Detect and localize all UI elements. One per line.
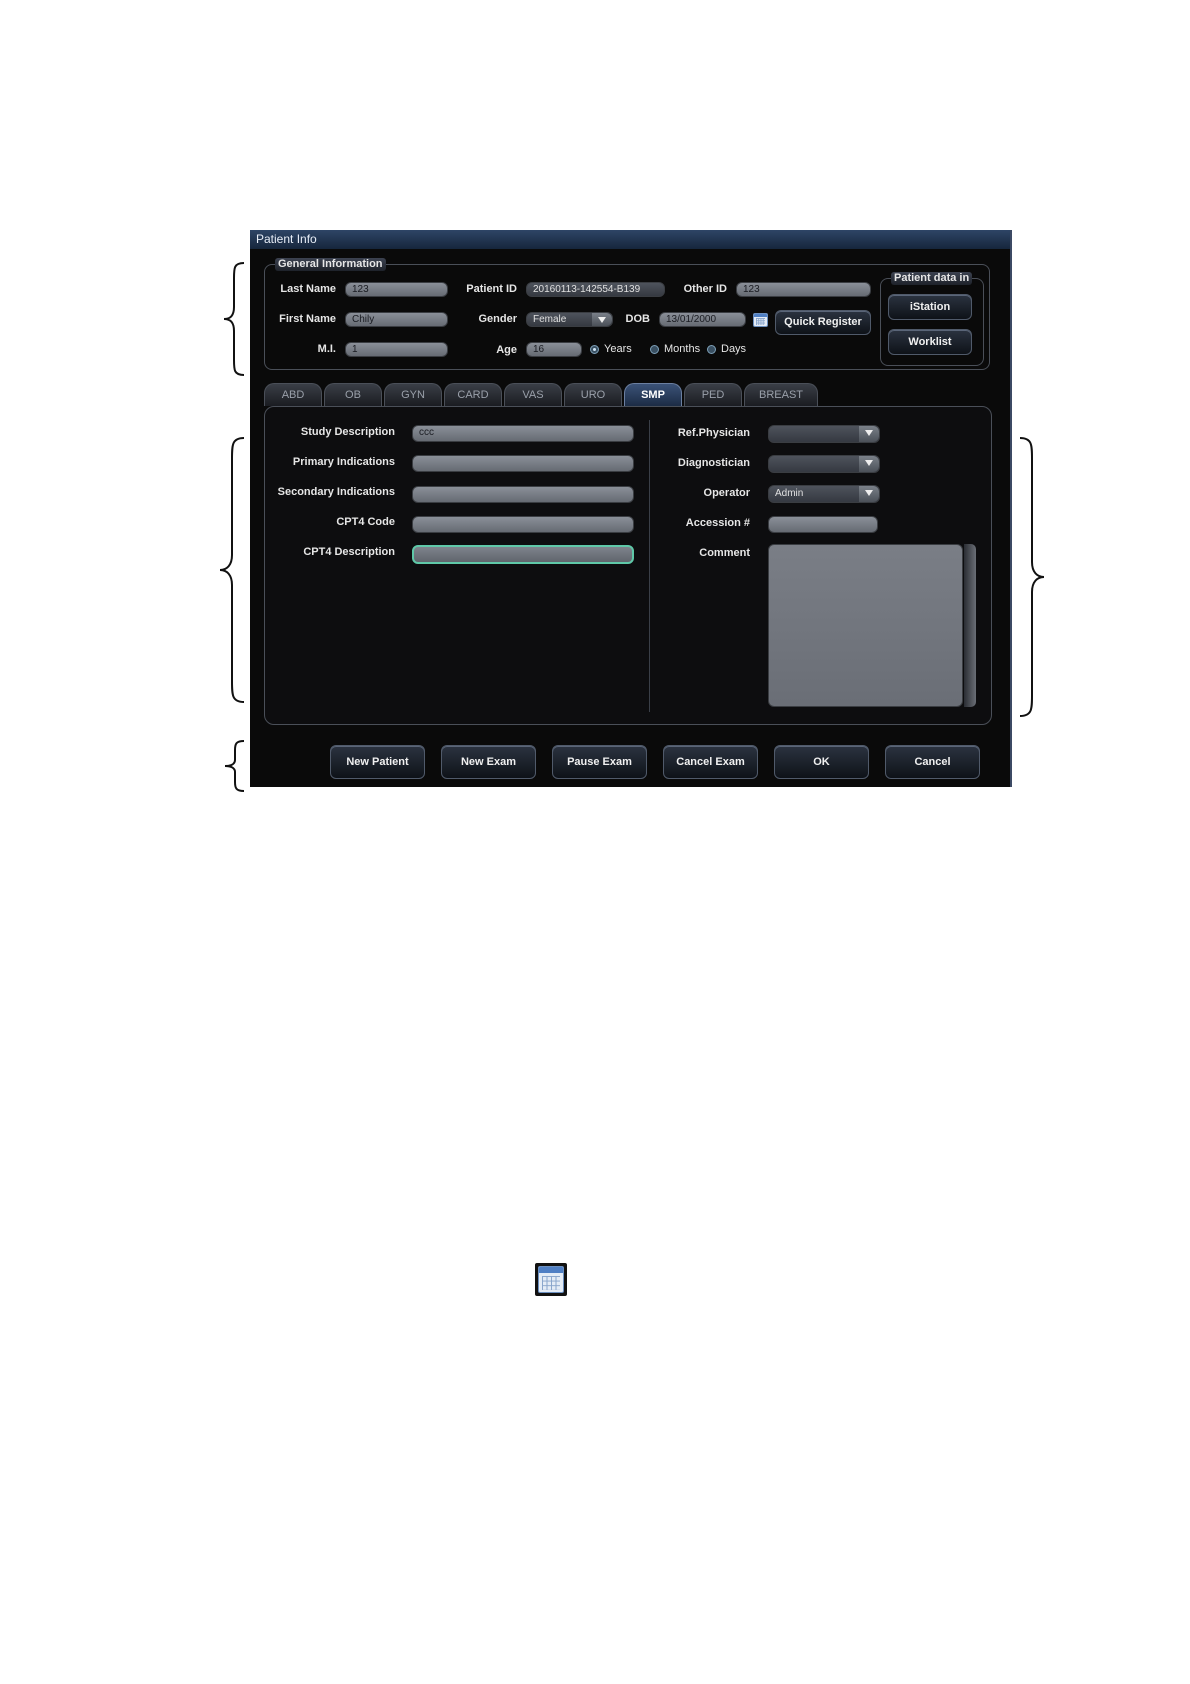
patient-info-window: Patient Info General Information Last Na… [250, 230, 1012, 787]
gender-label: Gender [478, 313, 517, 325]
study-description-label: Study Description [300, 426, 395, 438]
mi-label: M.I. [317, 343, 336, 355]
left-brace-buttons [224, 740, 245, 792]
panel-divider [649, 420, 650, 712]
operator-value: Admin [775, 488, 804, 499]
chevron-down-icon[interactable] [592, 313, 612, 326]
ref-physician-label: Ref.Physician [677, 427, 750, 439]
pause-exam-button[interactable]: Pause Exam [552, 745, 647, 779]
patient-id-label: Patient ID [466, 283, 517, 295]
diagnostician-dropdown[interactable] [768, 455, 880, 473]
secondary-indications-label: Secondary Indications [277, 486, 395, 498]
radio-years[interactable] [590, 345, 599, 354]
new-exam-button[interactable]: New Exam [441, 745, 536, 779]
cpt4-code-field[interactable] [412, 516, 634, 533]
primary-indications-field[interactable] [412, 455, 634, 472]
left-brace-study [219, 437, 245, 703]
first-name-label: First Name [279, 313, 336, 325]
dob-field[interactable]: 13/01/2000 [659, 312, 746, 327]
diagnostician-label: Diagnostician [677, 457, 750, 469]
new-patient-button[interactable]: New Patient [330, 745, 425, 779]
other-id-label: Other ID [683, 283, 727, 295]
quick-register-button[interactable]: Quick Register [775, 310, 871, 335]
operator-dropdown[interactable]: Admin [768, 485, 880, 503]
dob-label: DOB [625, 313, 650, 325]
window-title: Patient Info [250, 230, 1010, 249]
ref-physician-dropdown[interactable] [768, 425, 880, 443]
tab-gyn[interactable]: GYN [384, 383, 442, 406]
age-field[interactable]: 16 [526, 342, 582, 357]
radio-months[interactable] [650, 345, 659, 354]
cpt4-description-field[interactable] [412, 545, 634, 564]
days-label: Days [721, 343, 747, 355]
patient-data-in-title: Patient data in [891, 272, 973, 285]
tab-breast[interactable]: BREAST [744, 383, 818, 406]
comment-textarea[interactable] [768, 544, 963, 707]
tab-ped[interactable]: PED [684, 383, 742, 406]
age-label: Age [496, 344, 517, 356]
tab-smp[interactable]: SMP [624, 383, 682, 406]
mi-field[interactable]: 1 [345, 342, 448, 357]
months-label: Months [664, 343, 701, 355]
worklist-button[interactable]: Worklist [888, 329, 972, 355]
calendar-icon[interactable] [753, 313, 768, 327]
radio-days[interactable] [707, 345, 716, 354]
tab-abd[interactable]: ABD [264, 383, 322, 406]
calendar-icon [535, 1263, 567, 1296]
chevron-down-icon[interactable] [859, 486, 879, 502]
tab-vas[interactable]: VAS [504, 383, 562, 406]
ok-button[interactable]: OK [774, 745, 869, 779]
cancel-exam-button[interactable]: Cancel Exam [663, 745, 758, 779]
last-name-label: Last Name [280, 283, 336, 295]
tab-card[interactable]: CARD [444, 383, 502, 406]
primary-indications-label: Primary Indications [292, 456, 395, 468]
comment-label: Comment [699, 547, 750, 559]
patient-id-field[interactable]: 20160113-142554-B139 [526, 282, 665, 297]
first-name-field[interactable]: Chily [345, 312, 448, 327]
study-description-field[interactable]: ccc [412, 425, 634, 442]
comment-scrollbar[interactable] [964, 544, 976, 707]
last-name-field[interactable]: 123 [345, 282, 448, 297]
operator-label: Operator [703, 487, 750, 499]
cpt4-description-label: CPT4 Description [303, 546, 395, 558]
accession-field[interactable] [768, 516, 878, 533]
other-id-field[interactable]: 123 [736, 282, 871, 297]
general-information-title: General Information [275, 258, 386, 271]
istation-button[interactable]: iStation [888, 294, 972, 320]
right-brace-study [1019, 437, 1045, 717]
cancel-button[interactable]: Cancel [885, 745, 980, 779]
accession-label: Accession # [685, 517, 750, 529]
cpt4-code-label: CPT4 Code [336, 516, 395, 528]
gender-value: Female [533, 314, 567, 325]
tab-ob[interactable]: OB [324, 383, 382, 406]
years-label: Years [604, 343, 632, 355]
chevron-down-icon[interactable] [859, 456, 879, 472]
secondary-indications-field[interactable] [412, 486, 634, 503]
gender-dropdown[interactable]: Female [526, 312, 613, 327]
tab-uro[interactable]: URO [564, 383, 622, 406]
left-brace-general [223, 262, 245, 376]
chevron-down-icon[interactable] [859, 426, 879, 442]
